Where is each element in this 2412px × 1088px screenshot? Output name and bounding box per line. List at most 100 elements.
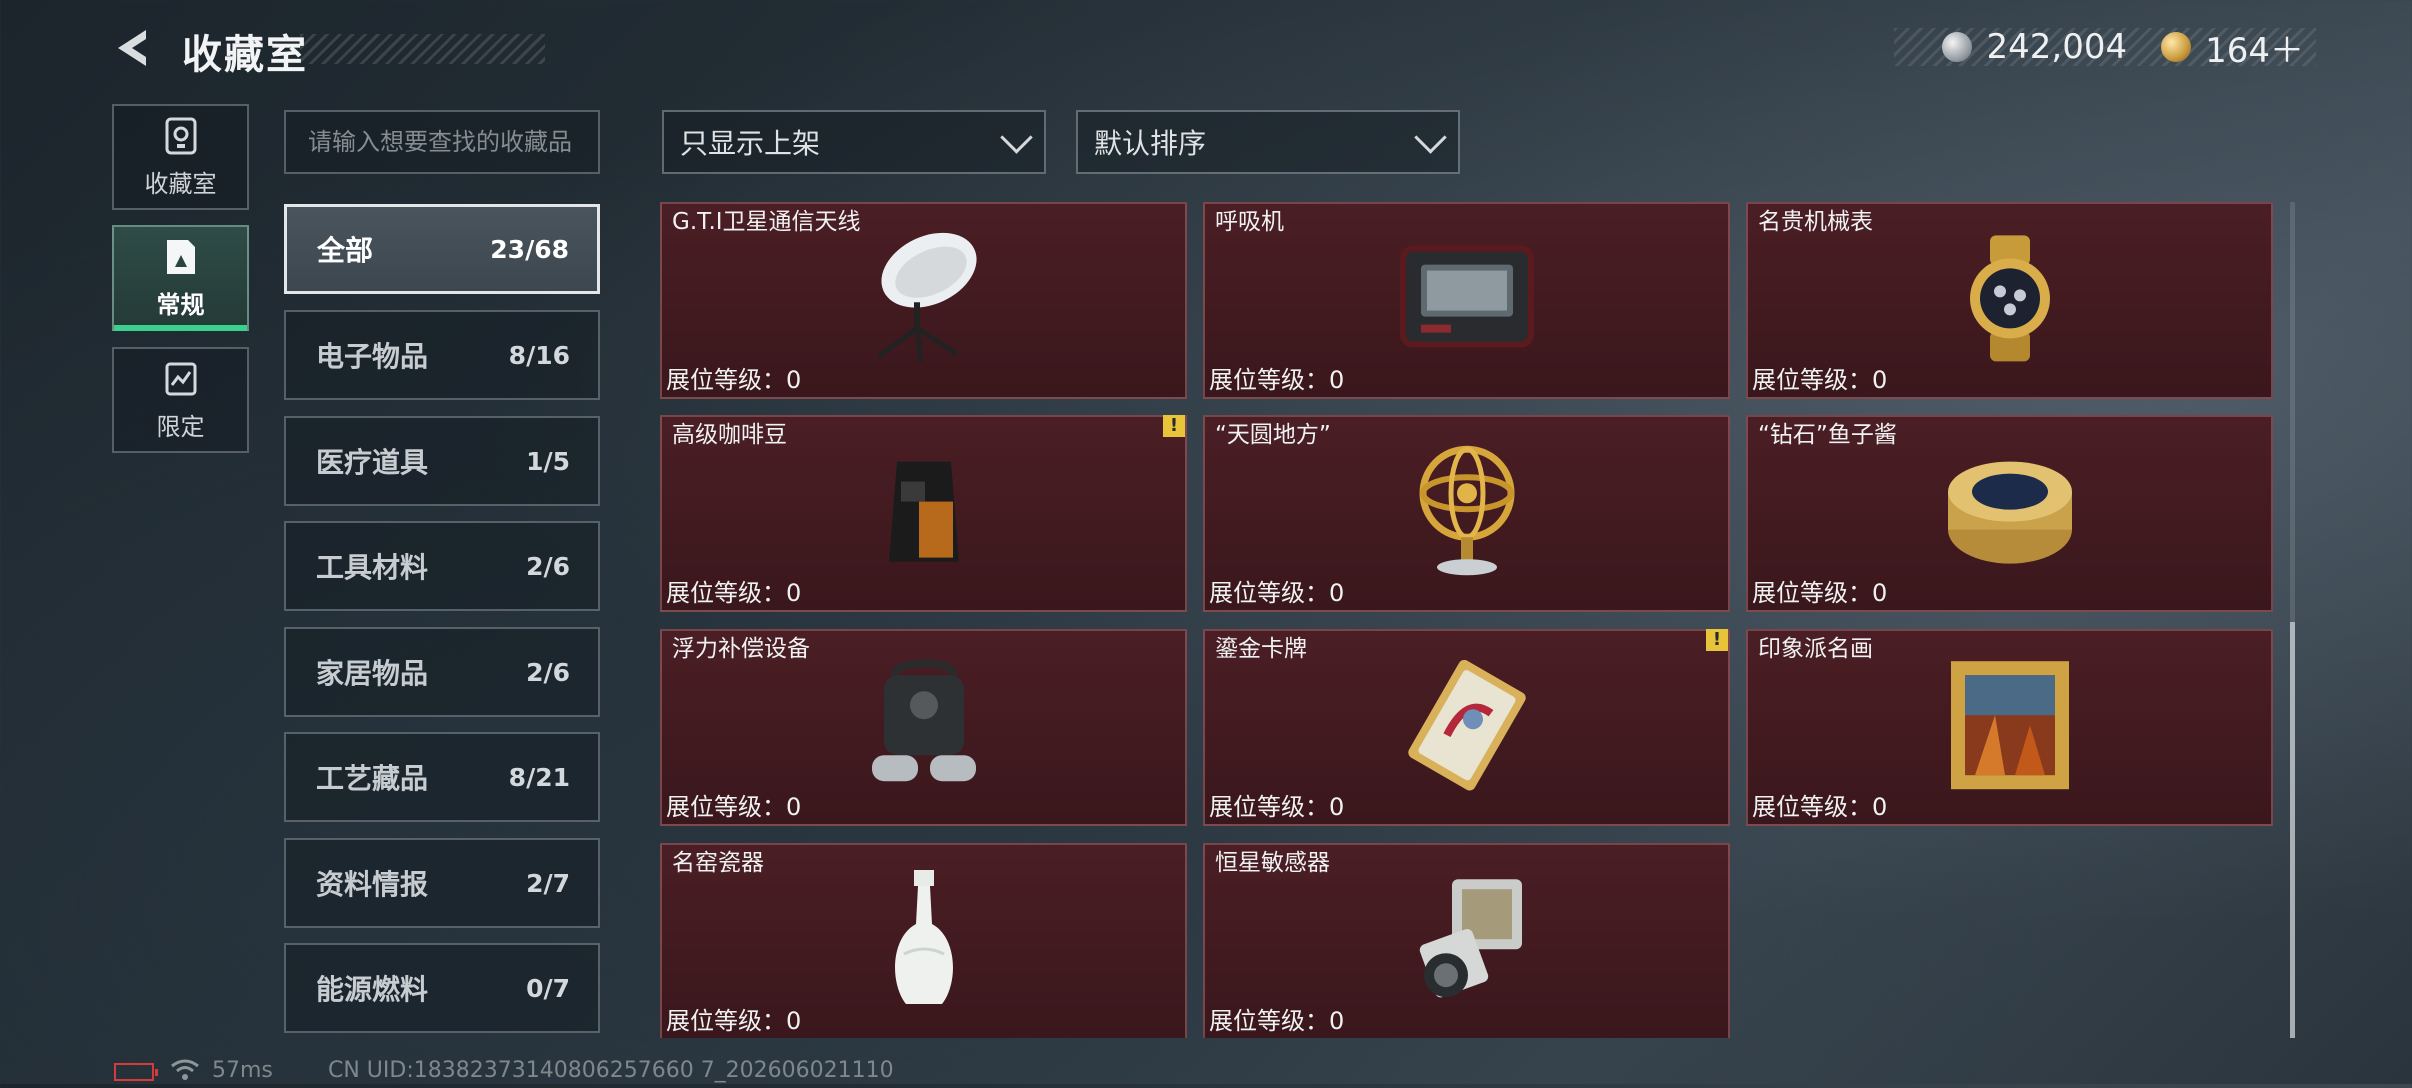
alert-icon: ! <box>1706 629 1728 651</box>
ventilator-icon <box>1399 245 1534 348</box>
item-name: 鎏金卡牌 <box>1215 636 1307 662</box>
sidetab-label: 常规 <box>156 290 205 319</box>
item-card[interactable]: 名贵机械表 展位等级：0 <box>1746 202 2273 399</box>
category-count: 8/21 <box>508 762 570 792</box>
collection-grid: G.T.I卫星通信天线 展位等级：0 呼吸机 展位等级：0 名贵机械表 展位等级… <box>660 202 2282 1038</box>
coffee-bag-icon <box>888 461 959 562</box>
category-all[interactable]: 全部 23/68 <box>284 204 600 294</box>
category-home[interactable]: 家居物品 2/6 <box>284 627 600 717</box>
category-count: 0/7 <box>526 973 570 1003</box>
battery-icon <box>114 1063 158 1081</box>
item-name: 呼吸机 <box>1215 209 1284 235</box>
category-tools[interactable]: 工具材料 2/6 <box>284 521 600 611</box>
item-card[interactable]: 恒星敏感器 展位等级：0 <box>1203 843 1730 1038</box>
item-name: 印象派名画 <box>1758 636 1873 662</box>
category-name: 全部 <box>317 234 374 267</box>
armillary-sphere-icon <box>1419 445 1514 575</box>
gold-coin-icon <box>2161 32 2192 62</box>
category-name: 医疗道具 <box>316 446 429 479</box>
grid-scrollbar[interactable] <box>2290 202 2295 1038</box>
item-card[interactable]: 呼吸机 展位等级：0 <box>1203 202 1730 399</box>
item-name: 浮力补偿设备 <box>672 636 810 662</box>
item-name: 恒星敏感器 <box>1215 850 1330 876</box>
title-decoration <box>300 34 545 64</box>
item-name: 名窑瓷器 <box>672 850 764 876</box>
item-card[interactable]: “天圆地方” 展位等级：0 <box>1203 415 1730 612</box>
display-level: 展位等级：0 <box>666 1007 802 1035</box>
item-name: “天圆地方” <box>1215 422 1331 448</box>
user-uid: CN UID:18382373140806257660 7_2026060211… <box>328 1058 894 1083</box>
limited-icon <box>165 362 196 395</box>
collection-icon <box>165 117 196 154</box>
display-level: 展位等级：0 <box>666 579 802 607</box>
category-count: 2/6 <box>526 657 570 687</box>
item-name: G.T.I卫星通信天线 <box>672 209 861 235</box>
porcelain-vase-icon <box>894 869 953 1004</box>
gilded-card-icon <box>1407 659 1526 791</box>
diving-tank-icon <box>871 658 976 781</box>
sidetab-limited[interactable]: 限定 <box>112 347 249 453</box>
chevron-down-icon <box>1414 120 1447 154</box>
chevron-down-icon <box>1000 120 1033 154</box>
star-sensor-icon <box>1419 878 1522 997</box>
category-count: 2/6 <box>526 551 570 581</box>
alert-icon: ! <box>1163 415 1185 437</box>
category-energy[interactable]: 能源燃料 0/7 <box>284 943 600 1033</box>
framed-painting-icon <box>1950 660 2069 789</box>
network-ping: 57ms <box>212 1058 273 1083</box>
item-name: “钻石”鱼子酱 <box>1758 422 1897 448</box>
display-level: 展位等级：0 <box>666 366 802 394</box>
display-level: 展位等级：0 <box>1209 793 1345 821</box>
display-level: 展位等级：0 <box>666 793 802 821</box>
display-level: 展位等级：0 <box>1752 793 1888 821</box>
item-card[interactable]: 印象派名画 展位等级：0 <box>1746 629 2273 826</box>
item-card[interactable]: 名窑瓷器 展位等级：0 <box>660 843 1187 1038</box>
shelf-filter-dropdown[interactable]: 只显示上架 <box>662 110 1046 174</box>
category-count: 2/7 <box>526 868 570 898</box>
dropdown-label: 只显示上架 <box>680 127 821 160</box>
back-arrow-icon <box>118 30 146 66</box>
sidetab-regular[interactable]: 常规 <box>112 225 249 331</box>
watch-icon <box>1969 234 2050 361</box>
category-medical[interactable]: 医疗道具 1/5 <box>284 416 600 506</box>
display-level: 展位等级：0 <box>1752 579 1888 607</box>
category-name: 电子物品 <box>316 340 429 373</box>
sidetab-collection[interactable]: 收藏室 <box>112 104 249 210</box>
regular-icon <box>166 239 195 274</box>
display-level: 展位等级：0 <box>1209 1007 1345 1035</box>
category-electronics[interactable]: 电子物品 8/16 <box>284 310 600 400</box>
category-name: 工艺藏品 <box>316 762 429 795</box>
display-level: 展位等级：0 <box>1209 366 1345 394</box>
item-name: 高级咖啡豆 <box>672 422 787 448</box>
silver-coin-icon <box>1942 32 1973 62</box>
currency-bar: 242,004 164＋ <box>1894 27 2316 71</box>
item-card[interactable]: 浮力补偿设备 展位等级：0 <box>660 629 1187 826</box>
category-name: 家居物品 <box>316 657 429 690</box>
category-crafts[interactable]: 工艺藏品 8/21 <box>284 732 600 822</box>
scrollbar-thumb[interactable] <box>2290 622 2295 1038</box>
sidetab-label: 限定 <box>156 412 205 441</box>
category-intel[interactable]: 资料情报 2/7 <box>284 838 600 928</box>
dropdown-label: 默认排序 <box>1094 127 1207 160</box>
back-button[interactable] <box>112 26 156 70</box>
item-name: 名贵机械表 <box>1758 209 1873 235</box>
category-count: 1/5 <box>526 446 570 476</box>
search-input[interactable] <box>284 110 600 174</box>
sort-dropdown[interactable]: 默认排序 <box>1076 110 1460 174</box>
item-card[interactable]: 高级咖啡豆 ! 展位等级：0 <box>660 415 1187 612</box>
sidetab-label: 收藏室 <box>144 169 217 198</box>
category-count: 23/68 <box>490 234 569 264</box>
caviar-tin-icon <box>1947 461 2072 564</box>
item-card[interactable]: “钻石”鱼子酱 展位等级：0 <box>1746 415 2273 612</box>
item-card[interactable]: G.T.I卫星通信天线 展位等级：0 <box>660 202 1187 399</box>
silver-currency-value: 242,004 <box>1986 27 2128 67</box>
item-card[interactable]: 鎏金卡牌 ! 展位等级：0 <box>1203 629 1730 826</box>
category-name: 工具材料 <box>316 551 429 584</box>
category-count: 8/16 <box>508 340 570 370</box>
display-level: 展位等级：0 <box>1209 579 1345 607</box>
page-title: 收藏室 <box>182 32 308 78</box>
gold-currency-value[interactable]: 164＋ <box>2205 23 2304 72</box>
display-level: 展位等级：0 <box>1752 366 1888 394</box>
satellite-dish-icon <box>877 232 977 362</box>
category-name: 资料情报 <box>316 868 429 901</box>
